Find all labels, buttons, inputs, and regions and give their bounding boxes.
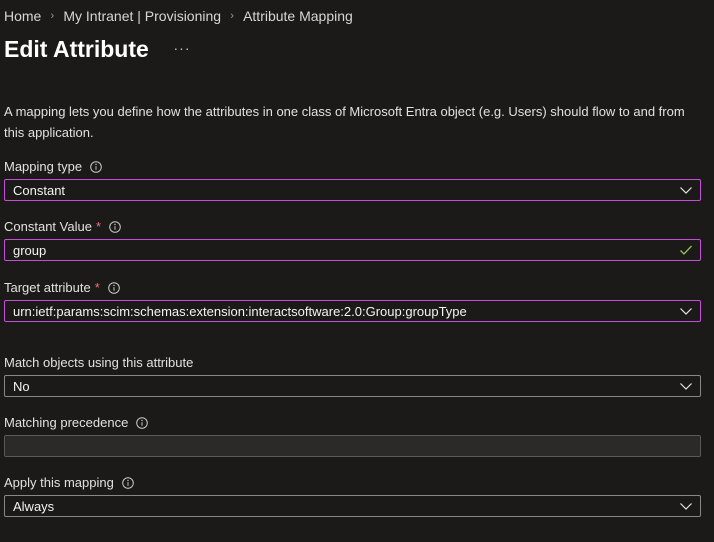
mapping-type-value: Constant [13, 182, 66, 198]
constant-value-text: group [13, 242, 47, 258]
apply-mapping-dropdown[interactable]: Always [4, 495, 701, 517]
page-title: Edit Attribute [4, 36, 149, 62]
apply-mapping-value: Always [13, 498, 55, 514]
mapping-type-label: Mapping type [4, 159, 102, 174]
required-marker: * [95, 219, 101, 234]
target-attribute-label-text: Target attribute [4, 280, 91, 295]
info-icon[interactable] [90, 160, 102, 173]
more-icon[interactable]: ··· [172, 38, 192, 58]
target-attribute-dropdown[interactable]: urn:ietf:params:scim:schemas:extension:i… [4, 300, 701, 322]
constant-value-label: Constant Value * [4, 219, 121, 234]
apply-mapping-label-text: Apply this mapping [4, 475, 114, 490]
info-icon[interactable] [109, 220, 121, 233]
breadcrumb-provisioning[interactable]: My Intranet | Provisioning [63, 8, 221, 24]
checkmark-icon [680, 245, 692, 255]
match-objects-label: Match objects using this attribute [4, 355, 193, 370]
match-objects-value: No [13, 378, 30, 394]
constant-value-label-text: Constant Value [4, 219, 92, 234]
apply-mapping-label: Apply this mapping [4, 475, 134, 490]
info-icon[interactable] [122, 476, 134, 489]
match-objects-label-text: Match objects using this attribute [4, 355, 194, 370]
breadcrumb: Home › My Intranet | Provisioning › Attr… [4, 8, 353, 24]
mapping-type-dropdown[interactable]: Constant [4, 179, 701, 201]
breadcrumb-home[interactable]: Home [4, 8, 41, 24]
breadcrumb-attribute-mapping[interactable]: Attribute Mapping [243, 8, 353, 24]
chevron-down-icon [680, 187, 692, 194]
breadcrumb-separator-icon: › [50, 10, 55, 22]
target-attribute-label: Target attribute * [4, 280, 120, 295]
mapping-type-label-text: Mapping type [4, 159, 83, 174]
matching-precedence-input [4, 435, 701, 457]
breadcrumb-separator-icon: › [230, 10, 234, 22]
info-icon[interactable] [136, 416, 149, 429]
info-icon[interactable] [107, 281, 120, 294]
chevron-down-icon [680, 383, 692, 390]
match-objects-dropdown[interactable]: No [4, 375, 701, 397]
matching-precedence-label-text: Matching precedence [4, 415, 129, 430]
edit-attribute-page: Home › My Intranet | Provisioning › Attr… [0, 0, 714, 542]
chevron-down-icon [680, 503, 692, 510]
matching-precedence-label: Matching precedence [4, 415, 149, 430]
required-marker: * [94, 280, 100, 295]
target-attribute-value: urn:ietf:params:scim:schemas:extension:i… [13, 303, 467, 319]
chevron-down-icon [680, 308, 692, 315]
description-text: A mapping lets you define how the attrib… [4, 104, 685, 140]
constant-value-input[interactable]: group [4, 239, 701, 261]
